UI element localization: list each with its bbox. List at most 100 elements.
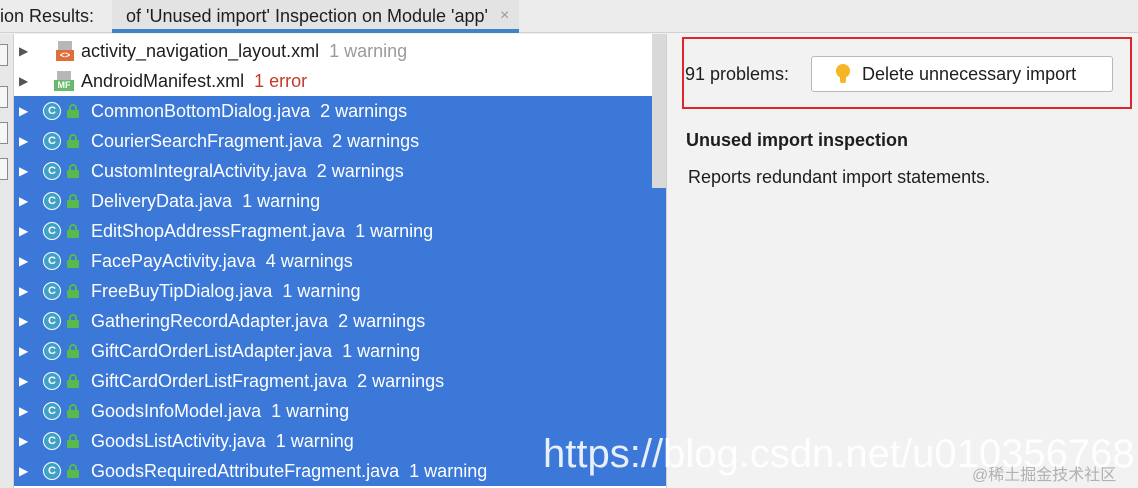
tree-row[interactable]: ▶ C GiftCardOrderListFragment.java 2 warnin… <box>14 366 666 396</box>
lock-icon <box>67 464 79 478</box>
tree-scrollbar[interactable] <box>652 34 666 188</box>
problems-tree[interactable]: ▶ <> activity_navigation_layout.xml 1 warni… <box>14 34 666 488</box>
tab-inspection-results[interactable]: ion Results: <box>0 6 112 27</box>
expand-arrow-icon[interactable]: ▶ <box>19 44 29 58</box>
lock-icon <box>67 284 79 298</box>
expand-arrow-icon[interactable]: ▶ <box>19 104 29 118</box>
tree-row[interactable]: ▶ C CommonBottomDialog.java 2 warnings <box>14 96 666 126</box>
problem-count: 1 warning <box>275 430 354 451</box>
problem-count: 2 warnings <box>320 100 408 121</box>
problem-count: 1 warning <box>271 400 350 421</box>
inspection-title: Unused import inspection <box>686 130 909 150</box>
gutter-button-1[interactable] <box>0 44 8 66</box>
delete-unnecessary-import-label: Delete unnecessary import <box>862 63 1077 84</box>
tree-row[interactable]: ▶ C FreeBuyTipDialog.java 1 warning <box>14 276 666 306</box>
expand-arrow-icon[interactable]: ▶ <box>19 224 29 238</box>
lock-icon <box>67 164 79 178</box>
tree-row[interactable]: ▶ C EditShopAddressFragment.java 1 warning <box>14 216 666 246</box>
java-class-icon: C <box>43 312 61 330</box>
java-class-icon: C <box>43 132 61 150</box>
tree-row[interactable]: ▶ C FacePayActivity.java 4 warnings <box>14 246 666 276</box>
delete-unnecessary-import-button[interactable]: Delete unnecessary import <box>811 56 1113 92</box>
file-name: GoodsInfoModel.java <box>91 400 262 421</box>
gutter-button-3[interactable] <box>0 122 8 144</box>
xml-file-icon: <> <box>55 41 75 61</box>
java-class-icon: C <box>43 372 61 390</box>
file-name: FreeBuyTipDialog.java <box>91 280 273 301</box>
lock-icon <box>67 254 79 268</box>
tree-row[interactable]: ▶ C GatheringRecordAdapter.java 2 warnings <box>14 306 666 336</box>
file-name: CustomIntegralActivity.java <box>91 160 307 181</box>
java-class-icon: C <box>43 432 61 450</box>
tab-unused-import-label: of 'Unused import' Inspection on Module … <box>126 5 488 26</box>
file-name: GoodsRequiredAttributeFragment.java <box>91 460 400 481</box>
java-class-icon: C <box>43 192 61 210</box>
close-icon[interactable]: × <box>500 7 509 25</box>
problem-count: 1 warning <box>282 280 361 301</box>
file-name: GoodsListActivity.java <box>91 430 266 451</box>
tree-row[interactable]: ▶ <> activity_navigation_layout.xml 1 warni… <box>14 36 666 66</box>
expand-arrow-icon[interactable]: ▶ <box>19 74 29 88</box>
problem-count: 1 warning <box>409 460 488 481</box>
tree-row[interactable]: ▶ C GoodsInfoModel.java 1 warning <box>14 396 666 426</box>
problem-count: 1 warning <box>242 190 321 211</box>
problem-count: 4 warnings <box>265 250 353 271</box>
lock-icon <box>67 404 79 418</box>
lock-icon <box>67 314 79 328</box>
java-class-icon: C <box>43 342 61 360</box>
file-name: GiftCardOrderListFragment.java <box>91 370 348 391</box>
lock-icon <box>67 134 79 148</box>
problem-count: 1 warning <box>342 340 421 361</box>
tree-row[interactable]: ▶ C CourierSearchFragment.java 2 warnings <box>14 126 666 156</box>
expand-arrow-icon[interactable]: ▶ <box>19 404 29 418</box>
tree-row[interactable]: ▶ C GiftCardOrderListAdapter.java 1 warning <box>14 336 666 366</box>
file-name: GatheringRecordAdapter.java <box>91 310 329 331</box>
java-class-icon: C <box>43 252 61 270</box>
expand-arrow-icon[interactable]: ▶ <box>19 194 29 208</box>
file-name: AndroidManifest.xml <box>81 70 245 91</box>
problem-count: 2 warnings <box>332 130 420 151</box>
manifest-file-icon: MF <box>53 71 75 91</box>
expand-arrow-icon[interactable]: ▶ <box>19 134 29 148</box>
lock-icon <box>67 104 79 118</box>
lock-icon <box>67 194 79 208</box>
tree-row[interactable]: ▶ MF AndroidManifest.xml 1 error <box>14 66 666 96</box>
expand-arrow-icon[interactable]: ▶ <box>19 434 29 448</box>
lock-icon <box>67 224 79 238</box>
credit-watermark: @稀土掘金技术社区 <box>972 467 1117 484</box>
file-name: GiftCardOrderListAdapter.java <box>91 340 333 361</box>
lock-icon <box>67 344 79 358</box>
tab-unused-import[interactable]: of 'Unused import' Inspection on Module … <box>112 0 520 33</box>
expand-arrow-icon[interactable]: ▶ <box>19 374 29 388</box>
java-class-icon: C <box>43 102 61 120</box>
gutter-button-4[interactable] <box>0 158 8 180</box>
java-class-icon: C <box>43 402 61 420</box>
tree-row[interactable]: ▶ C DeliveryData.java 1 warning <box>14 186 666 216</box>
lock-icon <box>67 374 79 388</box>
results-tab-bar: ion Results: of 'Unused import' Inspecti… <box>0 0 1138 33</box>
expand-arrow-icon[interactable]: ▶ <box>19 344 29 358</box>
lightbulb-icon <box>836 64 850 84</box>
expand-arrow-icon[interactable]: ▶ <box>19 314 29 328</box>
problem-count: 1 error <box>254 70 308 91</box>
problem-count: 2 warnings <box>316 160 404 181</box>
expand-arrow-icon[interactable]: ▶ <box>19 164 29 178</box>
gutter-button-2[interactable] <box>0 86 8 108</box>
java-class-icon: C <box>43 162 61 180</box>
java-class-icon: C <box>43 282 61 300</box>
lock-icon <box>67 434 79 448</box>
problem-count: 2 warnings <box>338 310 426 331</box>
tool-window-gutter <box>0 34 14 488</box>
file-name: FacePayActivity.java <box>91 250 256 271</box>
inspection-description: Reports redundant import statements. <box>688 167 991 187</box>
expand-arrow-icon[interactable]: ▶ <box>19 284 29 298</box>
file-name: EditShopAddressFragment.java <box>91 220 346 241</box>
problem-count: 1 warning <box>355 220 434 241</box>
expand-arrow-icon[interactable]: ▶ <box>19 254 29 268</box>
java-class-icon: C <box>43 222 61 240</box>
problem-count: 1 warning <box>329 40 408 61</box>
file-name: CourierSearchFragment.java <box>91 130 323 151</box>
file-name: DeliveryData.java <box>91 190 233 211</box>
expand-arrow-icon[interactable]: ▶ <box>19 464 29 478</box>
tree-row[interactable]: ▶ C CustomIntegralActivity.java 2 warnings <box>14 156 666 186</box>
